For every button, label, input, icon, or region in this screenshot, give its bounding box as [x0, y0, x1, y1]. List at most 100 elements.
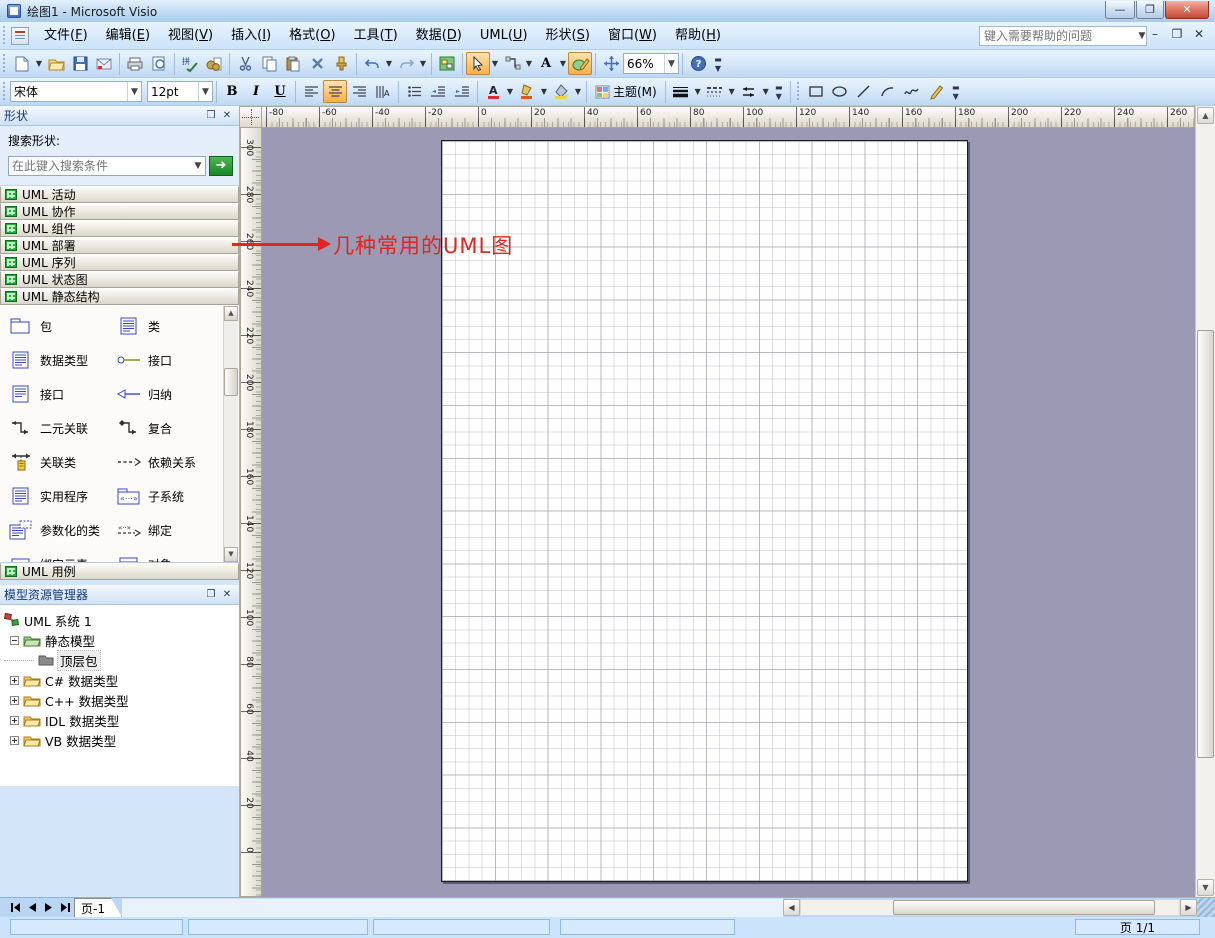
doc-minimize-button[interactable]: – [1147, 27, 1163, 41]
scroll-up-icon[interactable]: ▲ [1197, 107, 1214, 124]
highlight-button[interactable] [515, 80, 539, 103]
menu-view[interactable]: 视图(V) [159, 24, 222, 48]
redo-dropdown[interactable]: ▼ [418, 52, 428, 75]
shape-utility[interactable]: 实用程序 [2, 479, 110, 513]
drawing-toolbar-grip[interactable] [796, 82, 801, 102]
menu-window[interactable]: 窗口(W) [599, 24, 666, 48]
scroll-right-icon[interactable]: ▶ [1180, 899, 1197, 916]
help-search-input[interactable] [980, 29, 1138, 43]
tree-item-cpp-datatypes[interactable]: C++ 数据类型 [4, 690, 239, 710]
menubar-grip[interactable] [2, 26, 7, 46]
toolbar-options-chevron3[interactable]: ▬▼ [950, 83, 962, 101]
shape-dependency[interactable]: 依赖关系 [110, 445, 218, 479]
copy-button[interactable] [257, 52, 281, 75]
tree-item-top-package[interactable]: 顶层包 [4, 650, 239, 670]
shape-bound-element[interactable]: 绑定元素 [2, 547, 110, 563]
expand-icon[interactable] [10, 736, 19, 745]
scrollbar-thumb[interactable] [224, 368, 238, 396]
shape-association-class[interactable]: 关联类 [2, 445, 110, 479]
font-name-input[interactable] [11, 85, 127, 99]
toolbar-options-chevron[interactable]: ▬▼ [712, 55, 724, 73]
line-tool-button[interactable] [852, 80, 876, 103]
fill-color-button[interactable] [549, 80, 573, 103]
shape-search-combo[interactable]: ▼ [8, 156, 206, 176]
email-button[interactable] [92, 52, 116, 75]
zoom-input[interactable] [624, 57, 664, 71]
minimize-button[interactable]: — [1105, 1, 1135, 19]
pan-zoom-button[interactable] [599, 52, 623, 75]
tree-item-static-model[interactable]: 静态模型 [4, 630, 239, 650]
tree-item-uml-system[interactable]: UML 系统 1 [4, 610, 239, 630]
zoom-combo[interactable]: ▼ [623, 53, 679, 74]
drawing-page[interactable] [441, 140, 968, 882]
shape-composition[interactable]: 复合 [110, 411, 218, 445]
tree-item-csharp-datatypes[interactable]: C# 数据类型 [4, 670, 239, 690]
italic-button[interactable]: I [244, 80, 268, 103]
stencil-uml-component[interactable]: UML 组件 [0, 220, 239, 237]
stencil-uml-usecase[interactable]: UML 用例 [0, 563, 239, 580]
text-spacing-button[interactable]: A [371, 80, 395, 103]
next-page-button[interactable] [40, 898, 57, 917]
font-color-button[interactable]: A [481, 80, 505, 103]
shapes-window-button[interactable] [435, 52, 459, 75]
scroll-down-icon[interactable]: ▼ [224, 547, 238, 562]
shape-subsystem[interactable]: «⋯»子系统 [110, 479, 218, 513]
decrease-indent-button[interactable] [426, 80, 450, 103]
freeform-tool-button[interactable] [900, 80, 924, 103]
font-size-dropdown[interactable]: ▼ [198, 82, 212, 101]
stencil-uml-deployment[interactable]: UML 部署 [0, 237, 239, 254]
connector-tool-button[interactable] [500, 52, 524, 75]
rectangle-tool-button[interactable] [804, 80, 828, 103]
font-name-dropdown[interactable]: ▼ [127, 82, 141, 101]
shape-object[interactable]: 对象 [110, 547, 218, 563]
menu-edit[interactable]: 编辑(E) [97, 24, 159, 48]
stencil-uml-activity[interactable]: UML 活动 [0, 186, 239, 203]
bullets-button[interactable] [402, 80, 426, 103]
scroll-left-icon[interactable]: ◀ [783, 899, 800, 916]
close-panel-icon[interactable]: ✕ [219, 588, 235, 602]
doc-restore-button[interactable]: ❐ [1169, 27, 1185, 41]
scrollbar-thumb[interactable] [893, 900, 1155, 915]
shape-generalization[interactable]: 归纳 [110, 377, 218, 411]
menu-shape[interactable]: 形状(S) [537, 24, 599, 48]
pointer-tool-button[interactable] [466, 52, 490, 75]
maximize-button[interactable]: ❐ [1136, 1, 1164, 19]
stencil-uml-collaboration[interactable]: UML 协作 [0, 203, 239, 220]
vertical-scrollbar[interactable]: ▲ ▼ [1195, 106, 1215, 897]
tree-item-idl-datatypes[interactable]: IDL 数据类型 [4, 710, 239, 730]
connector-tool-dropdown[interactable]: ▼ [524, 52, 534, 75]
expand-icon[interactable] [10, 716, 19, 725]
expand-icon[interactable] [10, 696, 19, 705]
help-search-box[interactable]: ▼ [979, 26, 1147, 46]
line-ends-dropdown[interactable]: ▼ [761, 80, 771, 103]
menu-format[interactable]: 格式(O) [280, 24, 344, 48]
shape-binary-association[interactable]: 二元关联 [2, 411, 110, 445]
pointer-tool-dropdown[interactable]: ▼ [490, 52, 500, 75]
shape-interface-lollipop[interactable]: 接口 [110, 343, 218, 377]
shape-datatype[interactable]: 数据类型 [2, 343, 110, 377]
font-name-combo[interactable]: ▼ [10, 81, 142, 102]
scroll-up-icon[interactable]: ▲ [224, 306, 238, 321]
ellipse-tool-button[interactable] [828, 80, 852, 103]
expand-icon[interactable] [10, 676, 19, 685]
shape-package[interactable]: 包 [2, 309, 110, 343]
research-button[interactable] [202, 52, 226, 75]
text-tool-button[interactable]: A [534, 52, 558, 75]
print-button[interactable] [123, 52, 147, 75]
stencil-uml-static-structure[interactable]: UML 静态结构 [0, 288, 239, 305]
prev-page-button[interactable] [23, 898, 40, 917]
line-pattern-button[interactable] [703, 80, 727, 103]
search-dropdown-icon[interactable]: ▼ [191, 161, 205, 171]
menu-tools[interactable]: 工具(T) [345, 24, 407, 48]
toolbar-grip[interactable] [2, 54, 7, 74]
float-panel-icon[interactable]: ❒ [203, 109, 219, 123]
shape-class[interactable]: 类 [110, 309, 218, 343]
shape-binding[interactable]: «··»绑定 [110, 513, 218, 547]
new-document-dropdown[interactable]: ▼ [34, 52, 44, 75]
scroll-down-icon[interactable]: ▼ [1197, 879, 1214, 896]
paste-button[interactable] [281, 52, 305, 75]
increase-indent-button[interactable] [450, 80, 474, 103]
toolbar-options-chevron2[interactable]: ▬▼ [773, 83, 785, 101]
theme-button[interactable]: 主题(M) [590, 80, 662, 103]
first-page-button[interactable] [6, 898, 23, 917]
